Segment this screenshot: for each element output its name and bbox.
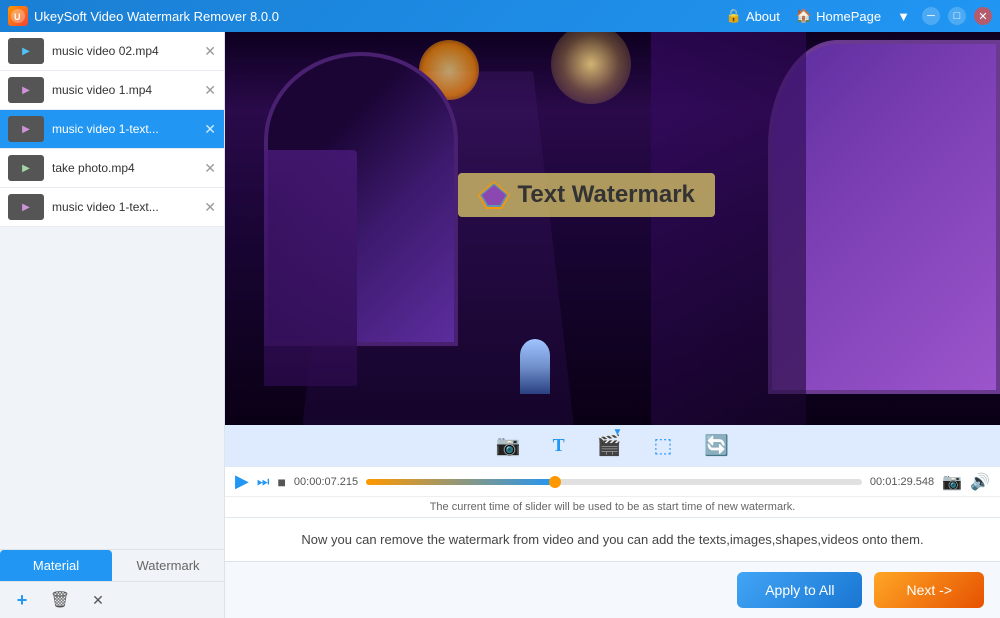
lock-icon: 🔒 xyxy=(726,8,742,24)
about-link[interactable]: 🔒 About xyxy=(726,8,780,24)
current-time: 00:00:07.215 xyxy=(294,476,358,488)
list-item[interactable]: ▶ music video 02.mp4 ✕ xyxy=(0,32,224,71)
sidebar: ▶ music video 02.mp4 ✕ ▶ music video 1.m… xyxy=(0,32,225,618)
list-item[interactable]: ▶ music video 1-text... ✕ xyxy=(0,110,224,149)
minimize-button[interactable]: ─ xyxy=(922,7,940,25)
trash-icon: 🗑 xyxy=(50,590,70,610)
app-logo-icon: U xyxy=(8,6,28,26)
svg-text:U: U xyxy=(14,12,21,22)
file-thumbnail: ▶ xyxy=(8,194,44,220)
scene-decoration xyxy=(651,32,806,425)
remove-file-icon[interactable]: ✕ xyxy=(204,199,216,216)
list-item[interactable]: ▶ music video 1.mp4 ✕ xyxy=(0,71,224,110)
list-item[interactable]: ▶ take photo.mp4 ✕ xyxy=(0,149,224,188)
file-name: music video 1-text... xyxy=(52,122,200,136)
file-list: ▶ music video 02.mp4 ✕ ▶ music video 1.m… xyxy=(0,32,224,549)
file-thumbnail: ▶ xyxy=(8,116,44,142)
watermark-text: Text Watermark xyxy=(518,181,695,209)
volume-button[interactable]: 🔊 xyxy=(970,472,990,492)
file-thumbnail: ▶ xyxy=(8,38,44,64)
tab-watermark[interactable]: Watermark xyxy=(112,550,224,581)
remove-watermark-icon: ⬚ xyxy=(654,433,673,458)
list-item[interactable]: ▶ music video 1-text... ✕ xyxy=(0,188,224,227)
player-controls: ▶ ⏭ ■ 00:00:07.215 00:01:29.548 📷 🔊 xyxy=(225,466,1000,496)
play-button[interactable]: ▶ xyxy=(235,471,249,492)
file-name: music video 1-text... xyxy=(52,200,200,214)
tab-material[interactable]: Material xyxy=(0,550,112,581)
remove-file-icon[interactable]: ✕ xyxy=(204,43,216,60)
add-video-tool[interactable]: 🎬 xyxy=(589,429,630,462)
edit-toolbar: ▼ 📷 T 🎬 ⬚ 🔄 xyxy=(225,425,1000,466)
file-name: music video 02.mp4 xyxy=(52,44,200,58)
tab-bar: Material Watermark xyxy=(0,549,224,581)
remove-file-icon[interactable]: ✕ xyxy=(204,82,216,99)
description-text: Now you can remove the watermark from vi… xyxy=(225,517,1000,561)
video-player: Text Watermark xyxy=(225,32,1000,425)
add-text-icon: T xyxy=(553,435,565,456)
end-time: 00:01:29.548 xyxy=(870,476,934,488)
toolbar-dropdown-arrow: ▼ xyxy=(613,427,623,438)
progress-bar[interactable] xyxy=(366,479,862,485)
remove-file-icon[interactable]: ✕ xyxy=(204,160,216,177)
delete-file-button[interactable]: 🗑 xyxy=(46,586,74,614)
add-image-tool[interactable]: 📷 xyxy=(488,429,529,462)
window-controls: ─ □ ✕ xyxy=(922,7,992,25)
progress-fill xyxy=(366,479,554,485)
clear-files-button[interactable]: ✕ xyxy=(84,586,112,614)
next-button[interactable]: Next -> xyxy=(874,572,984,608)
maximize-button[interactable]: □ xyxy=(948,7,966,25)
scene-decoration xyxy=(520,339,550,394)
scene-decoration xyxy=(264,150,357,386)
watermark-overlay: Text Watermark xyxy=(458,173,715,217)
title-nav: 🔒 About 🏠 HomePage ▼ xyxy=(726,8,910,24)
add-file-button[interactable]: + xyxy=(8,586,36,614)
dropdown-icon[interactable]: ▼ xyxy=(897,9,910,24)
watermark-diamond-icon xyxy=(478,181,510,209)
transform-tool[interactable]: 🔄 xyxy=(696,429,737,462)
step-button[interactable]: ⏭ xyxy=(257,473,270,490)
progress-thumb xyxy=(549,476,561,488)
remove-file-icon[interactable]: ✕ xyxy=(204,121,216,138)
screenshot-button[interactable]: 📷 xyxy=(942,472,962,492)
hint-text: The current time of slider will be used … xyxy=(225,496,1000,517)
file-thumbnail: ▶ xyxy=(8,77,44,103)
close-button[interactable]: ✕ xyxy=(974,7,992,25)
scene-decoration xyxy=(551,32,631,104)
add-text-tool[interactable]: T xyxy=(545,431,573,460)
file-name: music video 1.mp4 xyxy=(52,83,200,97)
add-image-icon: 📷 xyxy=(496,433,521,458)
action-bar: Apply to All Next -> xyxy=(225,561,1000,618)
file-thumbnail: ▶ xyxy=(8,155,44,181)
content-area: Text Watermark ▼ 📷 T 🎬 ⬚ 🔄 xyxy=(225,32,1000,618)
stop-button[interactable]: ■ xyxy=(277,474,285,490)
apply-to-all-button[interactable]: Apply to All xyxy=(737,572,862,608)
titlebar: U UkeySoft Video Watermark Remover 8.0.0… xyxy=(0,0,1000,32)
remove-watermark-tool[interactable]: ⬚ xyxy=(646,429,681,462)
app-title: UkeySoft Video Watermark Remover 8.0.0 xyxy=(34,9,726,24)
file-toolbar: + 🗑 ✕ xyxy=(0,581,224,618)
homepage-link[interactable]: 🏠 HomePage xyxy=(796,8,881,24)
transform-icon: 🔄 xyxy=(704,433,729,458)
home-icon: 🏠 xyxy=(796,8,812,24)
video-frame: Text Watermark xyxy=(225,32,1000,425)
main-layout: ▶ music video 02.mp4 ✕ ▶ music video 1.m… xyxy=(0,32,1000,618)
file-name: take photo.mp4 xyxy=(52,161,200,175)
